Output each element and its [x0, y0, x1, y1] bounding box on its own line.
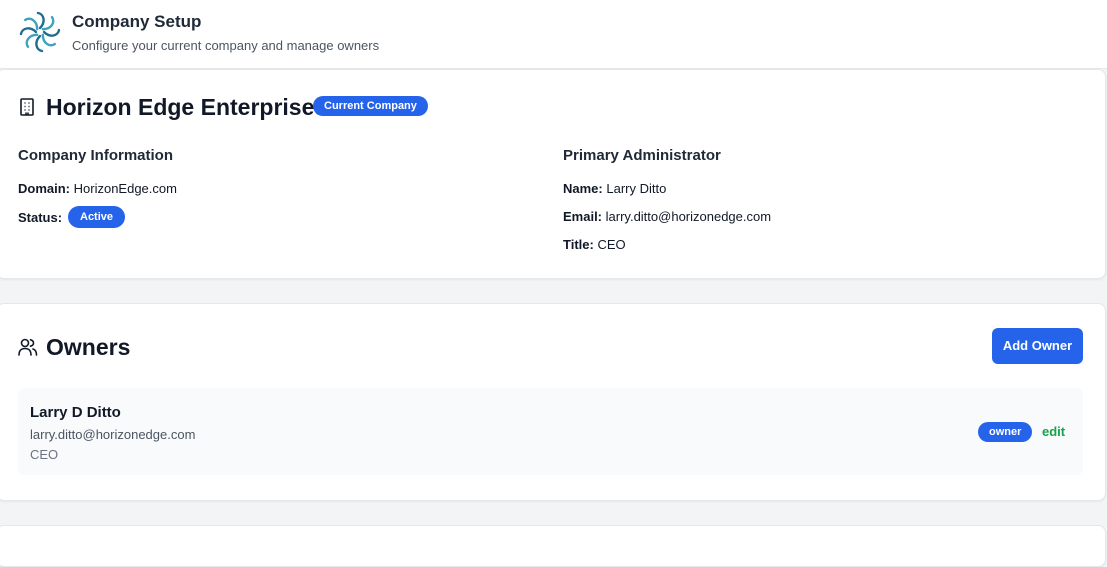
owners-title: Owners — [46, 334, 131, 360]
status-badge: Active — [68, 206, 126, 228]
top-header: Company Setup Configure your current com… — [0, 0, 1107, 69]
edit-owner-link[interactable]: edit — [1042, 424, 1065, 439]
admin-email-row: Email: larry.ditto@horizonedge.com — [563, 209, 771, 224]
building-icon — [20, 98, 34, 116]
current-company-badge: Current Company — [313, 96, 428, 116]
page-title: Company Setup — [72, 12, 202, 31]
admin-name-row: Name: Larry Ditto — [563, 181, 666, 196]
owners-card: Owners Add Owner Larry D Ditto larry.dit… — [0, 303, 1106, 501]
owner-role-badge: owner — [978, 422, 1033, 442]
admin-title-value: CEO — [597, 237, 626, 252]
admin-name-value: Larry Ditto — [606, 181, 667, 196]
domain-row: Domain: HorizonEdge.com — [18, 181, 177, 196]
admin-name-label: Name: — [563, 181, 603, 196]
company-name: Horizon Edge Enterprises — [46, 94, 328, 120]
admin-title-label: Title: — [563, 237, 594, 252]
status-label: Status: — [18, 210, 63, 225]
page-subtitle: Configure your current company and manag… — [72, 38, 380, 53]
owner-list-item: Larry D Ditto larry.ditto@horizonedge.co… — [18, 388, 1083, 475]
company-card: Horizon Edge Enterprises Current Company… — [0, 69, 1106, 279]
admin-email-label: Email: — [563, 209, 603, 224]
owner-title: CEO — [30, 447, 59, 462]
owner-email: larry.ditto@horizonedge.com — [30, 427, 196, 442]
spiral-flower-logo — [19, 11, 61, 53]
admin-title-row: Title: CEO — [563, 237, 626, 252]
primary-admin-heading: Primary Administrator — [563, 147, 721, 164]
domain-label: Domain: — [18, 181, 70, 196]
next-card — [0, 525, 1106, 567]
owner-name: Larry D Ditto — [30, 404, 121, 421]
company-info-heading: Company Information — [18, 147, 174, 164]
add-owner-button[interactable]: Add Owner — [992, 328, 1083, 364]
users-icon — [18, 338, 38, 356]
domain-value: HorizonEdge.com — [73, 181, 177, 196]
admin-email-value: larry.ditto@horizonedge.com — [605, 209, 772, 224]
